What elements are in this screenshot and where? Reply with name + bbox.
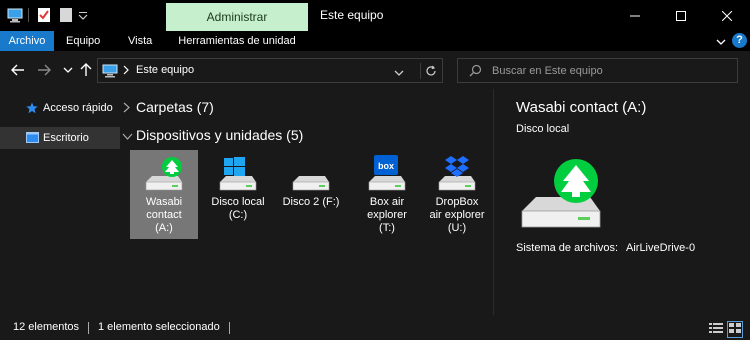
breadcrumb-este-equipo[interactable]: Este equipo xyxy=(136,59,194,82)
new-folder-icon[interactable] xyxy=(59,6,73,24)
item-count: 12 elementos xyxy=(13,321,80,333)
refresh-icon[interactable] xyxy=(420,63,440,79)
filesystem-value: AirLiveDrive-0 xyxy=(626,242,696,254)
status-divider xyxy=(229,322,230,334)
filesystem-label: Sistema de archivos: xyxy=(516,242,619,254)
drive-label: Box air explorer (T:) xyxy=(353,196,421,235)
drive-item-dropbox-air-explorer[interactable]: DropBox air explorer (U:) xyxy=(423,150,491,239)
ribbon-tabs: Archivo Equipo Vista Herramientas de uni… xyxy=(0,31,750,51)
minimize-icon xyxy=(630,15,640,16)
search-icon xyxy=(469,64,482,80)
drive-label-line: DropBox xyxy=(435,196,479,208)
hard-drive-icon xyxy=(289,154,333,194)
recent-locations-icon[interactable] xyxy=(60,62,76,78)
drive-item-box-air-explorer[interactable]: box Box air explorer (T:) xyxy=(353,150,421,239)
breadcrumb-chevron-icon[interactable] xyxy=(122,64,130,79)
address-bar[interactable]: Este equipo xyxy=(97,58,443,83)
drive-label: Wasabi contact (A:) xyxy=(130,196,198,235)
windows-drive-icon xyxy=(216,154,260,194)
chevron-down-icon xyxy=(122,130,133,144)
group-label: Carpetas (7) xyxy=(136,99,214,115)
svg-text:box: box xyxy=(378,161,394,171)
search-box[interactable] xyxy=(457,58,738,83)
tab-archivo[interactable]: Archivo xyxy=(0,31,54,51)
status-divider xyxy=(88,322,89,334)
wasabi-drive-icon xyxy=(516,155,606,238)
nav-item-escritorio[interactable]: Escritorio xyxy=(0,127,120,149)
nav-item-acceso-rapido[interactable]: Acceso rápido xyxy=(0,97,120,119)
close-icon xyxy=(722,10,732,21)
drive-label-line: Disco local xyxy=(211,196,265,208)
search-input[interactable] xyxy=(492,59,732,82)
file-list: Carpetas (7) Dispositivos y unidades (5)… xyxy=(120,89,492,315)
drive-label-line: air explorer xyxy=(429,209,485,221)
box-drive-icon: box xyxy=(365,154,409,194)
drive-label-line: explorer xyxy=(367,209,407,221)
wasabi-drive-icon xyxy=(142,154,186,194)
chevron-right-icon xyxy=(122,102,131,116)
tab-herramientas-de-unidad[interactable]: Herramientas de unidad xyxy=(166,31,308,51)
drive-item-disco-local[interactable]: Disco local (C:) xyxy=(204,150,272,239)
tab-equipo[interactable]: Equipo xyxy=(66,31,100,51)
details-title: Wasabi contact (A:) xyxy=(516,99,647,116)
close-button[interactable] xyxy=(704,0,750,31)
maximize-button[interactable] xyxy=(658,0,704,31)
large-icons-view-icon[interactable] xyxy=(727,321,743,338)
contextual-tab-administrar[interactable]: Administrar xyxy=(166,3,308,31)
properties-icon[interactable] xyxy=(37,6,51,24)
computer-icon[interactable] xyxy=(7,6,23,24)
forward-arrow-icon[interactable] xyxy=(36,62,52,78)
group-label: Dispositivos y unidades (5) xyxy=(136,127,304,143)
status-bar: 12 elementos 1 elemento seleccionado xyxy=(0,315,750,340)
expand-ribbon-icon[interactable] xyxy=(716,36,726,50)
drive-label-line: (T:) xyxy=(379,222,395,234)
drive-label-line: (U:) xyxy=(447,222,467,234)
drive-item-disco-2[interactable]: Disco 2 (F:) xyxy=(277,150,345,239)
drive-label: Disco 2 (F:) xyxy=(277,196,345,209)
drive-label-line: (A:) xyxy=(155,222,173,234)
maximize-icon xyxy=(676,10,686,21)
details-pane: Wasabi contact (A:) Disco local Sistema … xyxy=(493,89,750,315)
tab-vista[interactable]: Vista xyxy=(128,31,152,51)
drive-label: Disco local (C:) xyxy=(204,196,272,222)
help-icon[interactable]: ? xyxy=(732,33,747,48)
details-view-icon[interactable] xyxy=(709,322,723,337)
navigation-pane: Acceso rápido Escritorio xyxy=(0,89,120,315)
back-arrow-icon[interactable] xyxy=(10,62,26,78)
desktop-icon xyxy=(26,132,39,146)
drive-label-line: Wasabi xyxy=(145,196,183,208)
navigation-bar: Este equipo xyxy=(0,51,750,89)
toolbar-divider xyxy=(28,8,29,22)
dropbox-drive-icon xyxy=(435,154,479,194)
drive-label-line: (C:) xyxy=(228,209,248,221)
drive-label: DropBox air explorer (U:) xyxy=(423,196,491,235)
drive-label-line: Disco 2 (F:) xyxy=(282,196,340,208)
drive-item-wasabi[interactable]: Wasabi contact (A:) xyxy=(130,150,198,239)
details-subtitle: Disco local xyxy=(516,123,570,135)
nav-item-label: Acceso rápido xyxy=(43,102,113,114)
up-arrow-icon[interactable] xyxy=(78,62,94,78)
star-icon xyxy=(26,102,38,117)
window-title: Este equipo xyxy=(320,8,384,22)
address-history-dropdown-icon[interactable] xyxy=(394,66,404,80)
computer-icon xyxy=(102,64,118,81)
minimize-button[interactable] xyxy=(612,0,658,31)
customize-toolbar-icon[interactable] xyxy=(77,6,89,24)
nav-item-label: Escritorio xyxy=(43,132,89,144)
drive-label-line: Box air xyxy=(369,196,405,208)
selection-count: 1 elemento seleccionado xyxy=(98,321,220,333)
drive-label-line: contact xyxy=(146,209,182,221)
title-bar: Administrar Este equipo xyxy=(0,0,750,31)
